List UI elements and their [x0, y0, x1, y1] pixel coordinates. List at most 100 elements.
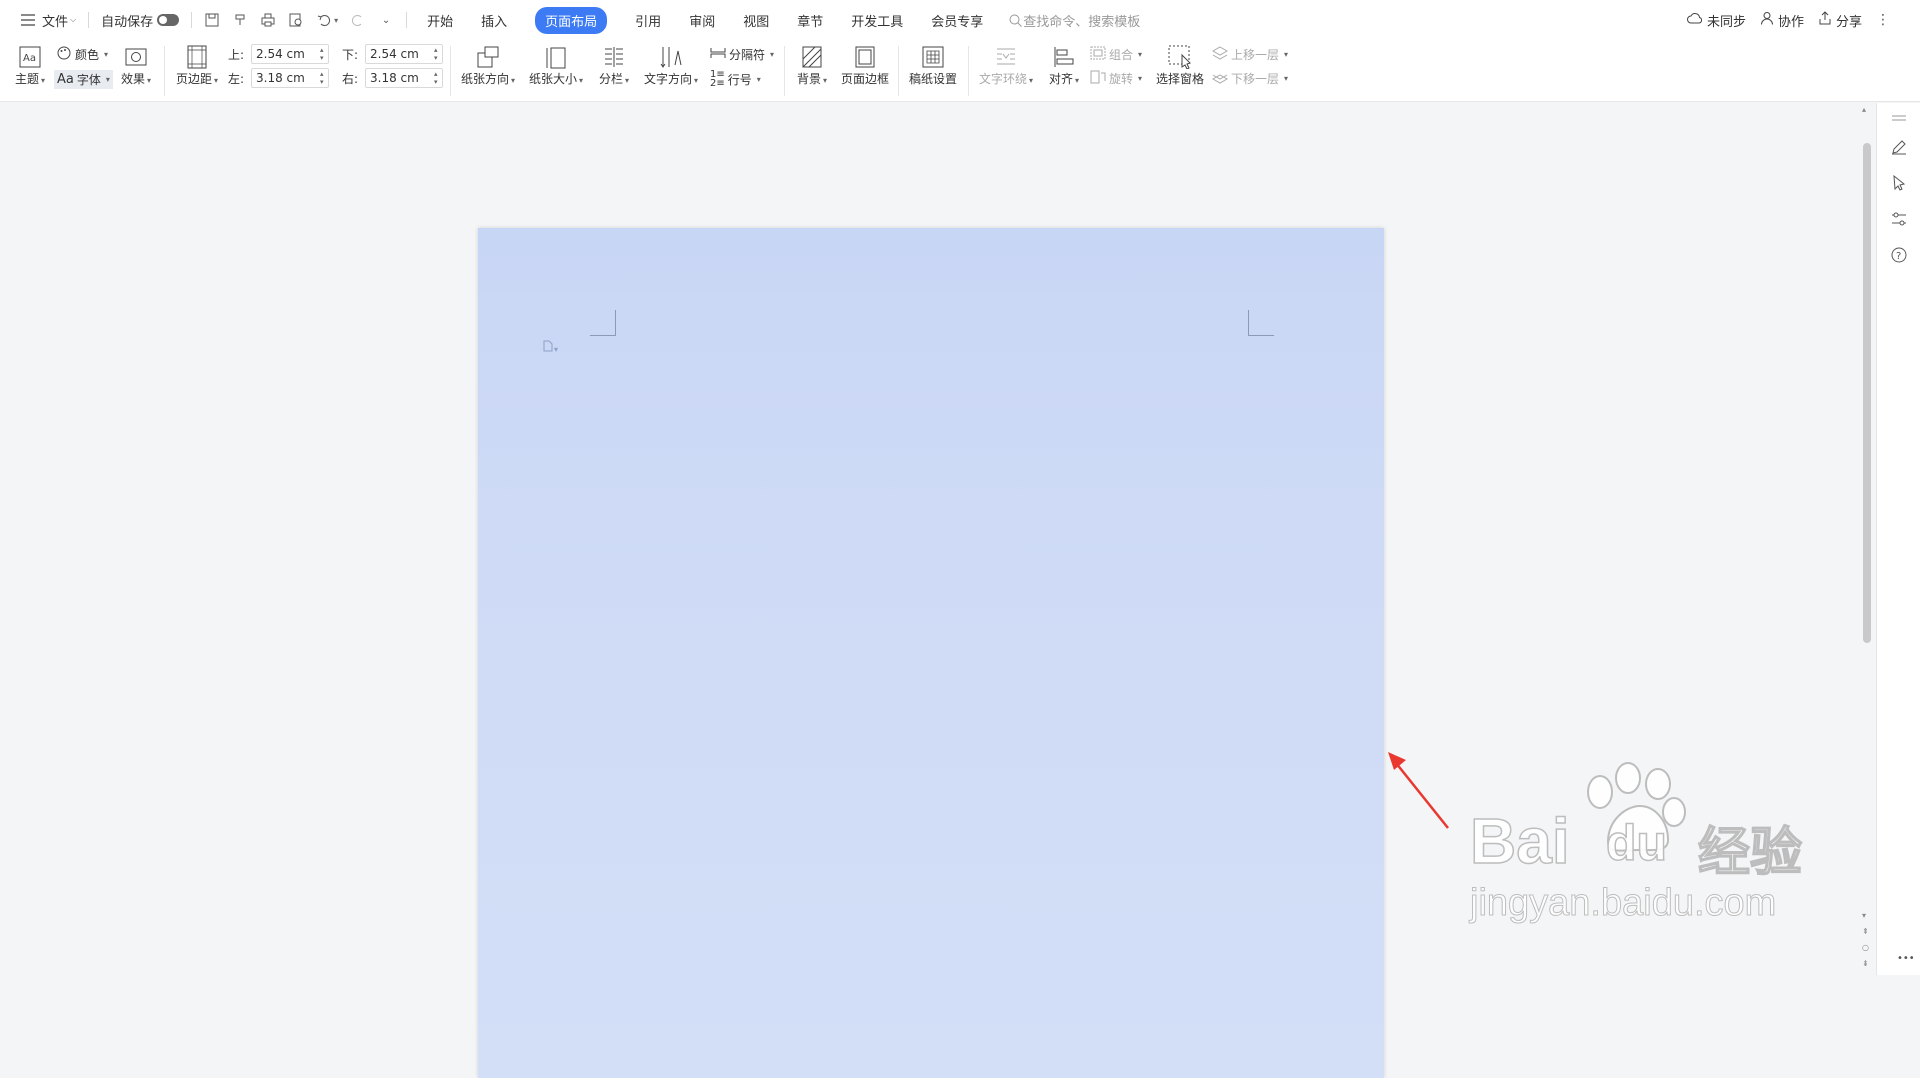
settings-sliders-icon[interactable]: [1891, 211, 1907, 227]
document-page[interactable]: ▾: [478, 228, 1384, 1078]
orientation-button[interactable]: 纸张方向 ▾: [458, 44, 518, 87]
spinner-arrows-icon[interactable]: ▴ ▾: [434, 70, 444, 86]
print-button[interactable]: [254, 0, 282, 40]
command-search[interactable]: 查找命令、搜索模板: [997, 11, 1150, 30]
undo-icon: [316, 12, 332, 28]
tab-view[interactable]: 视图: [729, 0, 783, 40]
search-placeholder: 查找命令、搜索模板: [1023, 14, 1141, 30]
line-number-label: 行号: [727, 72, 752, 87]
quick-access-more-button[interactable]: ⌄: [372, 0, 400, 40]
tab-sections[interactable]: 章节: [783, 0, 837, 40]
paper-size-button[interactable]: 纸张大小 ▾: [526, 44, 586, 87]
margin-top-input[interactable]: [251, 44, 329, 64]
selection-pane-icon: [1167, 44, 1193, 70]
margin-top-label: 上:: [228, 47, 245, 62]
selection-pane-button[interactable]: 选择窗格: [1152, 44, 1208, 87]
chevron-down-icon: ▾: [694, 76, 699, 85]
margin-right-field[interactable]: 右: ▴▾: [342, 68, 444, 88]
page-border-label: 页面边框: [840, 72, 889, 86]
group-label: 组合: [1109, 48, 1134, 62]
divider: [88, 12, 90, 28]
tab-insert[interactable]: 插入: [467, 0, 521, 40]
tab-review[interactable]: 审阅: [675, 0, 729, 40]
divider: [784, 46, 785, 96]
tab-references[interactable]: 引用: [621, 0, 675, 40]
collapse-sidebar-icon[interactable]: [1891, 111, 1907, 127]
scroll-thumb[interactable]: [1863, 143, 1871, 643]
undo-button[interactable]: ▾: [310, 0, 344, 40]
send-backward-button[interactable]: 下移一层 ▾: [1211, 70, 1289, 87]
effect-button[interactable]: 效果 ▾: [118, 44, 154, 87]
tab-member[interactable]: 会员专享: [917, 0, 997, 40]
bring-forward-button[interactable]: 上移一层 ▾: [1211, 46, 1288, 63]
redo-button[interactable]: [344, 0, 372, 40]
more-options-button[interactable]: ⋮: [1876, 12, 1890, 28]
chevron-down-icon: ▾: [104, 50, 109, 59]
collaborate-button[interactable]: 协作: [1760, 11, 1804, 30]
align-button[interactable]: 对齐 ▾: [1044, 44, 1084, 87]
margin-bottom-input[interactable]: [365, 44, 443, 64]
more-horizontal-icon[interactable]: •••: [1897, 953, 1915, 969]
tab-developer[interactable]: 开发工具: [837, 0, 917, 40]
margin-bottom-label: 下:: [342, 47, 359, 62]
grid-paper-icon: [920, 44, 946, 70]
edit-pen-icon[interactable]: [1891, 139, 1907, 155]
color-button[interactable]: 颜色 ▾: [56, 46, 108, 63]
vertical-scrollbar[interactable]: ▴ ▾ ⇞ ○ ⇟: [1860, 103, 1874, 975]
page-border-button[interactable]: 页面边框: [838, 44, 892, 87]
watermark-brand-tail: du: [1605, 814, 1668, 872]
manuscript-button[interactable]: 稿纸设置: [906, 44, 960, 87]
text-wrap-button[interactable]: 文字环绕 ▾: [976, 44, 1036, 87]
margin-top-field[interactable]: 上: ▴▾: [228, 44, 330, 64]
save-button[interactable]: [198, 0, 226, 40]
text-direction-button[interactable]: 文字方向 ▾: [642, 44, 700, 87]
sync-button[interactable]: 未同步: [1686, 11, 1746, 30]
margins-button[interactable]: 页边距 ▾: [172, 44, 222, 87]
file-menu[interactable]: 文件 ⌵: [14, 0, 82, 40]
chevron-down-icon: ▾: [756, 74, 761, 84]
share-button[interactable]: 分享: [1818, 11, 1862, 30]
group-button[interactable]: 组合 ▾: [1090, 46, 1142, 63]
separator-button[interactable]: 分隔符 ▾: [710, 46, 774, 63]
align-label: 对齐: [1048, 72, 1073, 86]
theme-button[interactable]: Aa 主题 ▾: [12, 44, 48, 87]
tab-page-layout[interactable]: 页面布局: [521, 0, 621, 40]
print-preview-icon: [288, 12, 304, 28]
share-label: 分享: [1835, 14, 1862, 30]
line-number-button[interactable]: 1≡ 2≡ 行号 ▾: [710, 70, 761, 89]
select-browse-icon[interactable]: ○: [1862, 943, 1869, 952]
next-page-icon[interactable]: ⇟: [1862, 959, 1869, 968]
scroll-down-icon[interactable]: ▾: [1862, 911, 1866, 920]
help-icon[interactable]: ?: [1891, 247, 1907, 263]
spinner-arrows-icon[interactable]: ▴ ▾: [434, 46, 444, 62]
scroll-up-icon[interactable]: ▴: [1862, 105, 1866, 114]
divider: [968, 46, 969, 96]
effect-icon: [123, 44, 149, 70]
spinner-arrows-icon[interactable]: ▴ ▾: [320, 46, 330, 62]
margin-right-input[interactable]: [365, 68, 443, 88]
select-cursor-icon[interactable]: [1891, 174, 1907, 191]
paragraph-menu-icon[interactable]: ▾: [542, 340, 558, 355]
format-painter-button[interactable]: [226, 0, 254, 40]
send-backward-label: 下移一层: [1231, 72, 1280, 86]
background-icon: [799, 44, 825, 70]
divider: [898, 46, 899, 96]
tab-home[interactable]: 开始: [413, 0, 467, 40]
autosave-toggle[interactable]: 自动保存: [95, 0, 185, 40]
chevron-down-icon: ▾: [1138, 50, 1143, 59]
chevron-down-icon: ▾: [823, 76, 828, 85]
rotate-button[interactable]: 旋转 ▾: [1090, 70, 1142, 87]
toggle-switch-icon[interactable]: [157, 14, 180, 26]
background-button[interactable]: 背景 ▾: [792, 44, 832, 87]
columns-button[interactable]: 分栏 ▾: [594, 44, 634, 87]
print-preview-button[interactable]: [282, 0, 310, 40]
chevron-down-icon: ▾: [625, 76, 630, 85]
prev-page-icon[interactable]: ⇞: [1862, 927, 1869, 936]
margin-left-input[interactable]: [251, 68, 329, 88]
margin-left-field[interactable]: 左: ▴▾: [228, 68, 330, 88]
margin-bottom-field[interactable]: 下: ▴▾: [342, 44, 444, 64]
spinner-arrows-icon[interactable]: ▴ ▾: [320, 70, 330, 86]
chevron-down-icon: ▾: [1284, 74, 1289, 83]
tab-member-label: 会员专享: [931, 14, 984, 30]
font-scheme-button[interactable]: Aa 字体 ▾: [54, 70, 113, 89]
